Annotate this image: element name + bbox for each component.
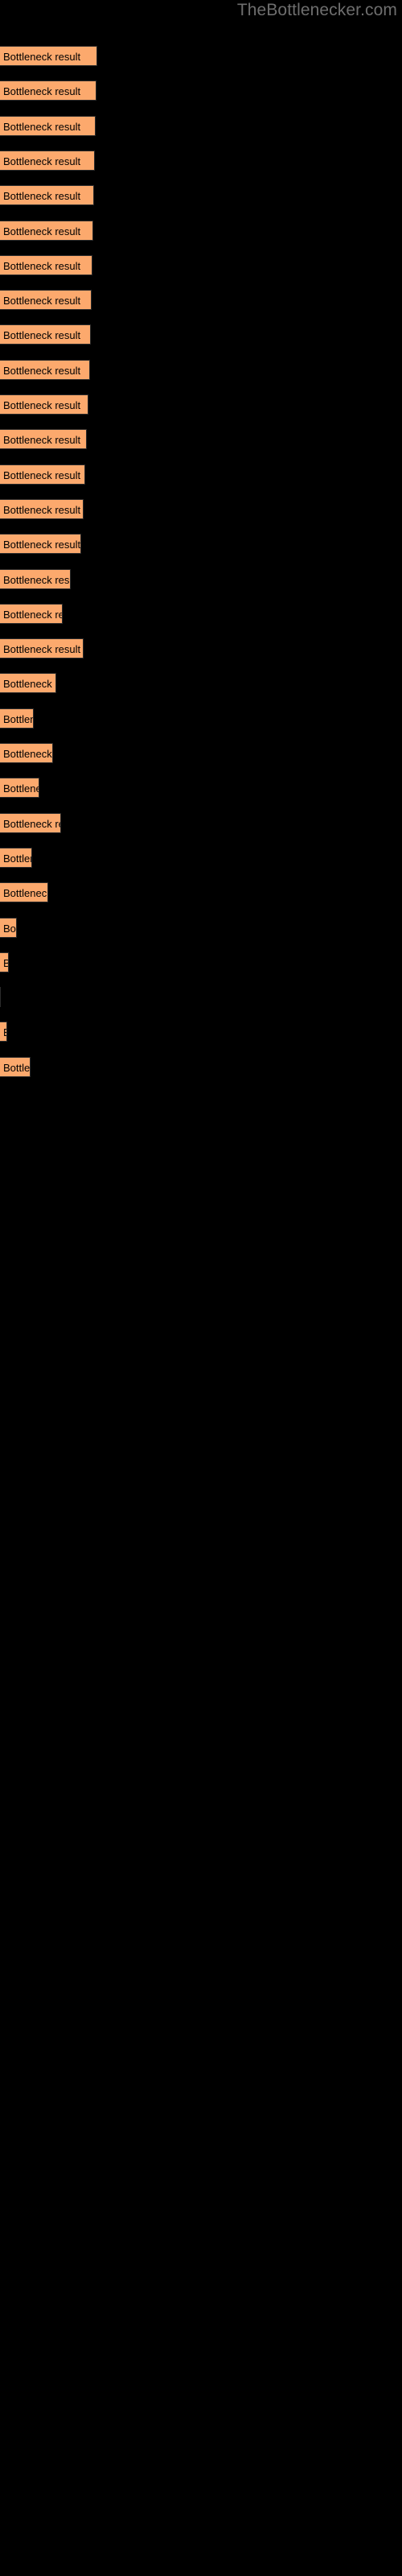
bar-label: Bottleneck result bbox=[3, 259, 81, 272]
bar-label: Bottleneck result bbox=[3, 364, 81, 377]
bottleneck-result-bar[interactable]: Bottleneck result bbox=[0, 254, 92, 275]
bottleneck-result-bar[interactable]: Bottleneck result bbox=[0, 324, 91, 345]
bottleneck-result-bar[interactable]: Bottleneck result bbox=[0, 290, 92, 311]
bottleneck-result-bar[interactable]: Bottleneck result bbox=[0, 429, 87, 450]
bottleneck-result-bar[interactable]: Bottleneck result bbox=[0, 185, 94, 206]
bar-row: Bottleneck result bbox=[0, 917, 17, 938]
bar-row: Bottleneck result bbox=[0, 673, 56, 694]
bar-label: Bottleneck result bbox=[3, 51, 81, 63]
bar-row: Bottleneck result bbox=[0, 254, 92, 275]
bottleneck-result-bar[interactable]: Bottleneck result bbox=[0, 812, 61, 833]
bar-label: Bottleneck result bbox=[3, 225, 81, 237]
bar-label: Bottleneck result bbox=[3, 399, 81, 411]
bottleneck-result-bar[interactable]: Bottleneck result bbox=[0, 464, 85, 485]
bar-label: Bottleneck result bbox=[3, 190, 81, 203]
bar-row: Bottleneck result bbox=[0, 603, 63, 624]
bar-row: Bottleneck result bbox=[0, 115, 96, 136]
bottleneck-result-bar[interactable]: Bottleneck result bbox=[0, 220, 93, 241]
bar-label: Bottleneck result bbox=[3, 329, 81, 342]
bar-label: Bottleneck result bbox=[3, 817, 60, 830]
bottleneck-result-bar[interactable]: Bottleneck result bbox=[0, 394, 88, 415]
bar-label: Bottleneck result bbox=[3, 953, 8, 972]
bar-label: Bottleneck result bbox=[3, 643, 81, 656]
bar-label: Bottleneck result bbox=[3, 155, 81, 167]
bar-label: Bottleneck result bbox=[3, 503, 81, 516]
bar-row: Bottleneck result bbox=[0, 882, 48, 903]
bottleneck-bar-chart: Bottleneck result Bottleneck result Bottle… bbox=[0, 0, 402, 2576]
bar-label: Bottleneck result bbox=[3, 295, 81, 308]
bottleneck-result-bar[interactable]: Bottleneck result bbox=[0, 46, 97, 66]
bottleneck-result-bar[interactable]: Bottleneck result bbox=[0, 359, 90, 380]
bar-row: Bottleneck result bbox=[0, 80, 96, 101]
bar-label: Bottleneck result bbox=[3, 434, 81, 447]
bar-label: Bottleneck result bbox=[3, 539, 81, 551]
bottleneck-result-bar[interactable]: Bottleneck result bbox=[0, 638, 84, 659]
bottleneck-result-bar[interactable]: Bottleneck result bbox=[0, 847, 32, 868]
bar-row: Bottleneck result bbox=[0, 778, 39, 799]
bar-label: Bottleneck result bbox=[3, 887, 48, 900]
bar-row: Bottleneck result bbox=[0, 464, 85, 485]
bottleneck-result-bar[interactable]: Bottleneck result bbox=[0, 673, 56, 694]
bar-row: Bottleneck result bbox=[0, 847, 32, 868]
bar-label: Bottleneck result bbox=[3, 852, 31, 865]
bottleneck-result-bar[interactable]: Bottleneck result bbox=[0, 708, 34, 729]
bar-row: Bottleneck result bbox=[0, 220, 93, 241]
bar-row: Bottleneck result bbox=[0, 708, 34, 729]
bar-row: Bottleneck result bbox=[0, 534, 81, 555]
bottleneck-result-bar[interactable]: Bottleneck result bbox=[0, 80, 96, 101]
bottleneck-result-bar[interactable]: Bottleneck result bbox=[0, 1022, 7, 1042]
bar-label: Bottleneck result bbox=[3, 85, 81, 98]
bar-row: Bottleneck result bbox=[0, 743, 53, 763]
bar-label: Bottleneck result bbox=[3, 469, 81, 481]
bottleneck-result-bar[interactable]: Bottleneck result bbox=[0, 150, 95, 171]
bar-row: Bottleneck result bbox=[0, 952, 9, 972]
bar-row: Bottleneck result bbox=[0, 324, 91, 345]
bar-row: Bottleneck result bbox=[0, 498, 84, 519]
bar-row: Bottleneck result bbox=[0, 1022, 7, 1042]
bottleneck-result-bar[interactable]: Bottleneck result bbox=[0, 498, 84, 519]
bar-label: Bottleneck result bbox=[3, 1061, 31, 1074]
bar-label: Bottleneck result bbox=[3, 712, 33, 725]
bottleneck-result-bar[interactable]: Bottleneck result bbox=[0, 743, 53, 763]
bottleneck-result-bar[interactable]: Bottleneck result bbox=[0, 952, 9, 972]
bar-label: Bottleneck result bbox=[3, 782, 39, 795]
bar-label: Bottleneck result bbox=[3, 748, 52, 760]
bar-row: Bottleneck result bbox=[0, 638, 84, 659]
bottleneck-result-bar[interactable]: Bottleneck result bbox=[0, 987, 1, 1008]
bar-label: Bottleneck result bbox=[3, 573, 70, 586]
bar-row: Bottleneck result bbox=[0, 290, 92, 311]
bar-row: Bottleneck result bbox=[0, 150, 95, 171]
bar-label: Bottleneck result bbox=[3, 1022, 6, 1041]
bottleneck-result-bar[interactable]: Bottleneck result bbox=[0, 1056, 31, 1077]
bar-row: Bottleneck result bbox=[0, 812, 61, 833]
bar-label: Bottleneck result bbox=[3, 608, 62, 621]
bottleneck-result-bar[interactable]: Bottleneck result bbox=[0, 778, 39, 799]
bar-row: Bottleneck result bbox=[0, 394, 88, 415]
bar-row: Bottleneck result bbox=[0, 987, 1, 1008]
bar-row: Bottleneck result bbox=[0, 359, 90, 380]
bar-row: Bottleneck result bbox=[0, 46, 97, 66]
bar-label: Bottleneck result bbox=[3, 922, 16, 935]
bar-row: Bottleneck result bbox=[0, 185, 94, 206]
bottleneck-result-bar[interactable]: Bottleneck result bbox=[0, 568, 71, 589]
bar-label: Bottleneck result bbox=[3, 120, 81, 133]
bottleneck-result-bar[interactable]: Bottleneck result bbox=[0, 882, 48, 903]
bar-row: Bottleneck result bbox=[0, 429, 87, 450]
bottleneck-result-bar[interactable]: Bottleneck result bbox=[0, 115, 96, 136]
bottleneck-result-bar[interactable]: Bottleneck result bbox=[0, 917, 17, 938]
bar-row: Bottleneck result bbox=[0, 1056, 31, 1077]
bottleneck-result-bar[interactable]: Bottleneck result bbox=[0, 534, 81, 555]
bar-row: Bottleneck result bbox=[0, 568, 71, 589]
bar-label: Bottleneck result bbox=[3, 678, 55, 691]
bottleneck-result-bar[interactable]: Bottleneck result bbox=[0, 603, 63, 624]
